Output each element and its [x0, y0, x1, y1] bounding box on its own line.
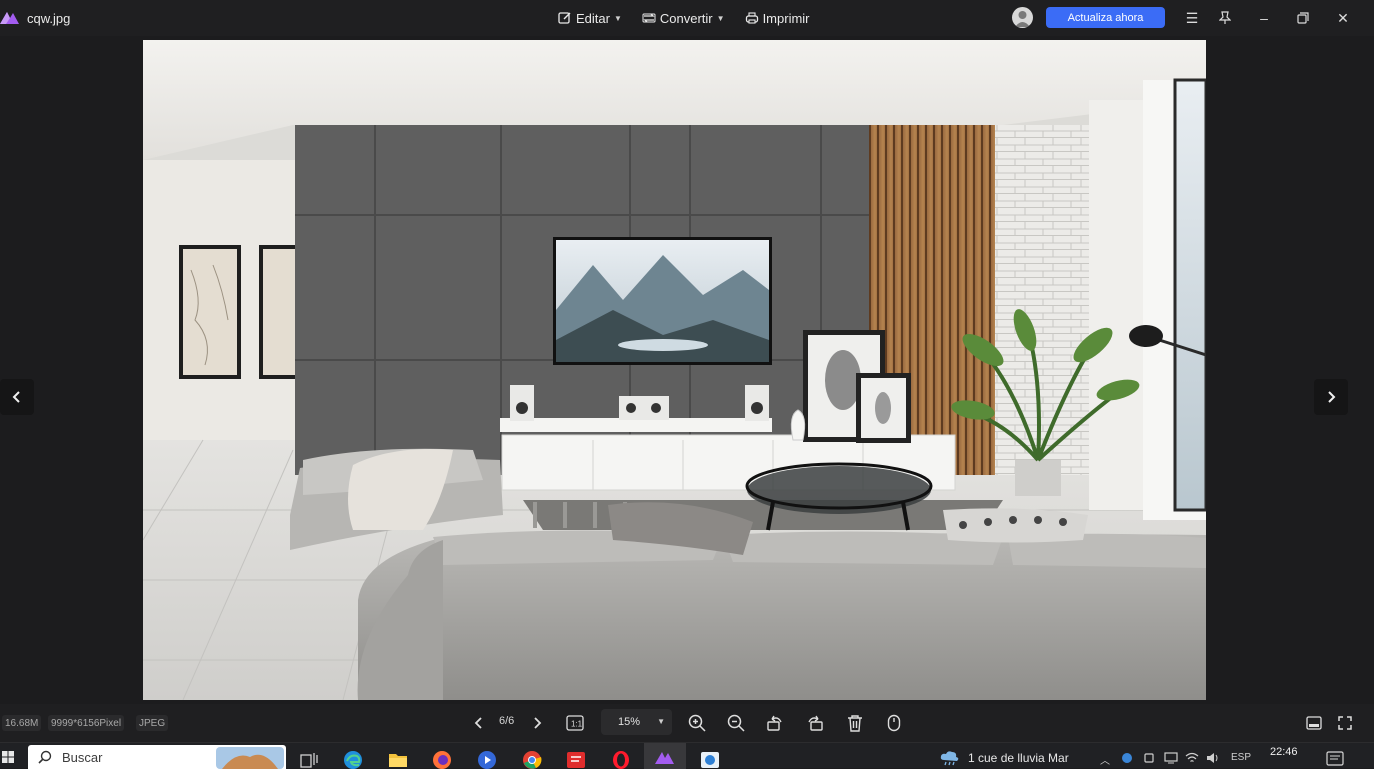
taskbar-search[interactable]: Buscar — [28, 745, 286, 769]
title-bar: cqw.jpg Editar ▼ Convertir ▼ Imprimir Ac… — [0, 0, 1374, 36]
toolbar: Editar ▼ Convertir ▼ Imprimir — [558, 8, 810, 28]
chevron-down-icon: ▼ — [613, 13, 622, 23]
previous-page-button[interactable] — [469, 713, 489, 733]
edit-button[interactable]: Editar ▼ — [558, 11, 622, 26]
edit-label: Editar — [576, 10, 610, 26]
search-placeholder: Buscar — [62, 749, 103, 765]
delete-button[interactable] — [845, 713, 865, 733]
file-name: cqw.jpg — [27, 11, 71, 26]
media-player-icon[interactable] — [476, 749, 498, 769]
cloud-sync-icon[interactable] — [1120, 752, 1134, 764]
restore-icon[interactable] — [1294, 9, 1312, 27]
app-logo-icon — [0, 12, 19, 24]
menu-icon[interactable]: ☰ — [1183, 9, 1201, 27]
actual-size-icon: 1:1 — [566, 715, 584, 731]
user-icon — [1015, 11, 1030, 27]
display-icon[interactable] — [1164, 752, 1178, 764]
edit-icon — [558, 12, 571, 24]
displayed-image — [143, 40, 1206, 700]
rotate-left-icon — [767, 715, 782, 731]
weather-widget[interactable]: 1 cue de lluvia Mar — [940, 750, 1069, 766]
fullscreen-button[interactable] — [1335, 713, 1355, 733]
tray-app-icon[interactable] — [1143, 752, 1155, 764]
convert-icon — [642, 13, 656, 23]
edge-icon[interactable] — [342, 749, 364, 769]
zoom-value: 15% — [618, 716, 641, 728]
weather-text: 1 cue de lluvia Mar — [968, 751, 1069, 765]
pin-shape — [1219, 11, 1231, 24]
print-label: Imprimir — [762, 10, 810, 26]
chevron-down-icon: ▼ — [657, 717, 665, 726]
image-dimensions: 9999*6156Pixel — [48, 715, 125, 731]
chevron-up-icon[interactable]: ︿ — [1100, 752, 1110, 767]
next-page-button[interactable] — [527, 713, 547, 733]
zoom-out-icon — [727, 714, 745, 732]
print-icon — [745, 12, 758, 24]
opera-icon[interactable] — [610, 749, 632, 769]
zoom-in-button[interactable] — [687, 713, 707, 733]
task-view-icon[interactable] — [298, 749, 320, 769]
windows-start-icon[interactable] — [2, 751, 14, 763]
minimize-icon[interactable]: – — [1255, 9, 1273, 27]
chevron-left-icon — [12, 391, 20, 403]
pdf-app-icon[interactable] — [565, 749, 587, 769]
zoom-select[interactable]: 15% ▼ — [601, 709, 672, 735]
search-icon — [38, 750, 52, 764]
convert-button[interactable]: Convertir ▼ — [642, 11, 725, 26]
trash-icon — [848, 715, 862, 732]
chevron-left-icon — [474, 717, 482, 729]
upgrade-button[interactable]: Actualiza ahora — [1046, 7, 1165, 28]
chevron-right-icon — [1328, 391, 1336, 403]
slideshow-button[interactable] — [1304, 713, 1324, 733]
image-viewer — [0, 36, 1374, 704]
fullscreen-icon — [1338, 716, 1352, 730]
file-explorer-icon[interactable] — [387, 749, 409, 769]
photos-app-icon[interactable] — [699, 749, 721, 769]
search-highlight-icon — [216, 747, 284, 769]
convert-label: Convertir — [659, 10, 713, 26]
language-indicator[interactable]: ESP — [1231, 752, 1251, 763]
rotate-right-button[interactable] — [805, 713, 825, 733]
wifi-icon[interactable] — [1185, 752, 1199, 764]
rain-cloud-icon — [940, 751, 959, 766]
previous-image-button[interactable] — [0, 379, 34, 415]
avatar[interactable] — [1012, 7, 1033, 28]
rotate-left-button[interactable] — [765, 713, 785, 733]
living-room-photo — [143, 40, 1206, 700]
actual-size-button[interactable]: 1:1 — [565, 713, 585, 733]
print-button[interactable]: Imprimir — [745, 11, 810, 26]
page-indicator: 6/6 — [499, 715, 515, 727]
active-app-tab[interactable] — [644, 743, 686, 769]
zoom-in-icon — [688, 714, 706, 732]
chevron-down-icon: ▼ — [716, 13, 725, 23]
chrome-icon[interactable] — [521, 749, 543, 769]
mouse-icon — [887, 714, 901, 732]
image-viewer-app-icon — [655, 752, 674, 764]
restore-shape — [1297, 12, 1309, 24]
mouse-mode-button[interactable] — [884, 713, 904, 733]
slideshow-icon — [1306, 716, 1322, 730]
volume-icon[interactable] — [1206, 752, 1220, 764]
image-format: JPEG — [136, 715, 169, 731]
svg-text:1:1: 1:1 — [571, 720, 583, 729]
firefox-icon[interactable] — [431, 749, 453, 769]
chevron-right-icon — [534, 717, 542, 729]
bottom-toolbar: 16.68M 9999*6156Pixel JPEG 6/6 1:1 15% ▼ — [0, 704, 1374, 742]
rotate-right-icon — [808, 715, 823, 731]
file-size: 16.68M — [2, 715, 42, 731]
notification-icon[interactable] — [1326, 751, 1344, 767]
next-image-button[interactable] — [1314, 379, 1348, 415]
clock-time[interactable]: 22:46 — [1270, 746, 1298, 758]
close-icon[interactable]: ✕ — [1334, 9, 1352, 27]
zoom-out-button[interactable] — [726, 713, 746, 733]
os-taskbar: Buscar 1 cue de lluvia Mar ︿ ESP 22:46 — [0, 742, 1374, 769]
pin-icon[interactable] — [1216, 9, 1234, 27]
